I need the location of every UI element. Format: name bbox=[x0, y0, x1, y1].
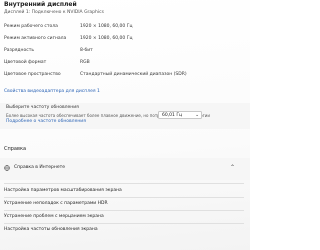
desktop-mode-label: Режим рабочего стола bbox=[4, 24, 58, 29]
refresh-rate-dropdown[interactable]: 60,01 Гц ⌄ bbox=[158, 111, 202, 119]
display-section-subtitle: Дисплей 1: Подключено к NVIDIA Graphics bbox=[4, 10, 104, 15]
color-space-label: Цветовое пространство bbox=[4, 72, 61, 77]
bit-depth-label: Разрядность bbox=[4, 48, 34, 53]
help-divider bbox=[4, 197, 244, 198]
chevron-down-icon: ⌄ bbox=[195, 113, 199, 118]
help-link-scaling[interactable]: Настройка параметров масштабирования экр… bbox=[4, 188, 246, 193]
color-space-value: Стандартный динамический диапазон (SDR) bbox=[80, 72, 187, 77]
help-divider bbox=[4, 210, 244, 211]
refresh-rate-info-link[interactable]: Подробнее о частоте обновления bbox=[6, 119, 86, 124]
advanced-display-settings-page: Внутренний дисплей Дисплей 1: Подключено… bbox=[0, 0, 250, 250]
chevron-up-icon[interactable]: ⌃ bbox=[230, 164, 235, 171]
refresh-rate-title: Выберите частоту обновления bbox=[6, 105, 79, 110]
desktop-mode-value: 1920 × 1080, 60,00 Гц bbox=[80, 24, 133, 29]
help-link-refresh-rate[interactable]: Настройка частоты обновления экрана bbox=[4, 227, 246, 232]
color-format-value: RGB bbox=[80, 60, 90, 65]
help-link-flicker[interactable]: Устранение проблем с мерцанием экрана bbox=[4, 214, 246, 219]
help-divider bbox=[4, 183, 244, 184]
refresh-rate-selected-value: 60,01 Гц bbox=[162, 113, 183, 118]
display-adapter-properties-link[interactable]: Свойства видеоадаптера для дисплея 1 bbox=[4, 89, 100, 94]
help-online-label: Справка в Интернете bbox=[14, 165, 65, 170]
help-divider bbox=[4, 223, 244, 224]
globe-icon bbox=[4, 165, 10, 171]
help-section-label: Справка bbox=[4, 146, 27, 152]
display-section-title: Внутренний дисплей bbox=[4, 1, 77, 8]
color-format-label: Цветовой формат bbox=[4, 60, 47, 65]
active-signal-mode-label: Режим активного сигнала bbox=[4, 36, 67, 41]
help-link-hdr[interactable]: Устранение неполадок с параметрами HDR bbox=[4, 201, 246, 206]
active-signal-mode-value: 1920 × 1080, 60,00 Гц bbox=[80, 36, 133, 41]
bit-depth-value: 8-бит bbox=[80, 48, 93, 53]
